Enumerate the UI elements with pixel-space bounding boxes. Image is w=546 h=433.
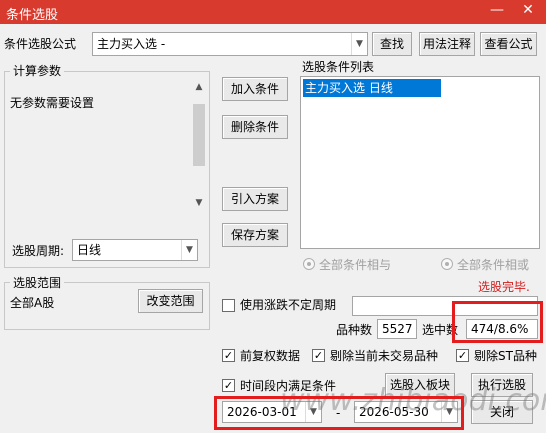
period-label: 选股周期:: [12, 244, 65, 258]
scope-value: 全部A股: [10, 296, 55, 310]
list-item[interactable]: 主力买入选 日线: [303, 79, 441, 97]
formula-label: 条件选股公式: [4, 37, 77, 51]
adjust-checkbox[interactable]: ✓: [222, 349, 235, 362]
view-formula-button[interactable]: 查看公式: [480, 32, 537, 56]
variable-period-label: 使用涨跌不定周期: [240, 298, 337, 312]
window-title: 条件选股: [6, 8, 59, 23]
params-group-label: 计算参数: [10, 64, 65, 78]
close-icon[interactable]: ✕: [516, 0, 540, 22]
conditions-label: 选股条件列表: [302, 60, 375, 74]
adjust-label: 前复权数据: [240, 349, 301, 363]
import-scheme-button[interactable]: 引入方案: [222, 187, 288, 211]
highlight-date-box: [214, 396, 464, 430]
period-select[interactable]: 日线 ▼: [72, 239, 198, 261]
variable-period-checkbox[interactable]: [222, 299, 235, 312]
scope-group-label: 选股范围: [10, 276, 65, 290]
params-scrollbar[interactable]: ▲ ▼: [192, 80, 206, 210]
add-condition-button[interactable]: 加入条件: [222, 77, 288, 101]
exclude-st-checkbox[interactable]: ✓: [456, 349, 469, 362]
chevron-down-icon[interactable]: ▼: [192, 196, 206, 210]
or-radio-label: 全部条件相或: [457, 258, 530, 272]
change-scope-button[interactable]: 改变范围: [138, 289, 203, 313]
and-radio[interactable]: [303, 258, 315, 270]
minimize-icon[interactable]: —: [486, 0, 508, 22]
status-text: 选股完毕.: [478, 280, 530, 294]
conditions-list[interactable]: 主力买入选 日线: [300, 76, 540, 249]
chevron-up-icon[interactable]: ▲: [192, 80, 206, 94]
find-button[interactable]: 查找: [372, 32, 412, 56]
exclude-st-label: 剔除ST品种: [474, 349, 537, 363]
exclude-untraded-label: 剔除当前未交易品种: [330, 349, 439, 363]
count-value: 5527: [377, 319, 417, 339]
count-label: 品种数: [336, 323, 373, 337]
delete-condition-button[interactable]: 删除条件: [222, 115, 288, 139]
and-radio-label: 全部条件相与: [319, 258, 392, 272]
scrollbar-thumb[interactable]: [193, 104, 205, 166]
title-bar: 条件选股 — ✕: [0, 0, 546, 24]
or-radio[interactable]: [441, 258, 453, 270]
period-value: 日线: [77, 243, 102, 257]
period-condition-checkbox[interactable]: ✓: [222, 379, 235, 392]
formula-select[interactable]: 主力买入选 - ▼: [92, 32, 368, 56]
usage-button[interactable]: 用法注释: [419, 32, 475, 56]
chevron-down-icon[interactable]: ▼: [351, 33, 367, 55]
exclude-untraded-checkbox[interactable]: ✓: [312, 349, 325, 362]
formula-value: 主力买入选 -: [97, 37, 166, 51]
params-message: 无参数需要设置: [10, 96, 95, 110]
save-scheme-button[interactable]: 保存方案: [222, 223, 288, 247]
highlight-selected-box: [452, 301, 543, 343]
chevron-down-icon[interactable]: ▼: [181, 240, 197, 260]
